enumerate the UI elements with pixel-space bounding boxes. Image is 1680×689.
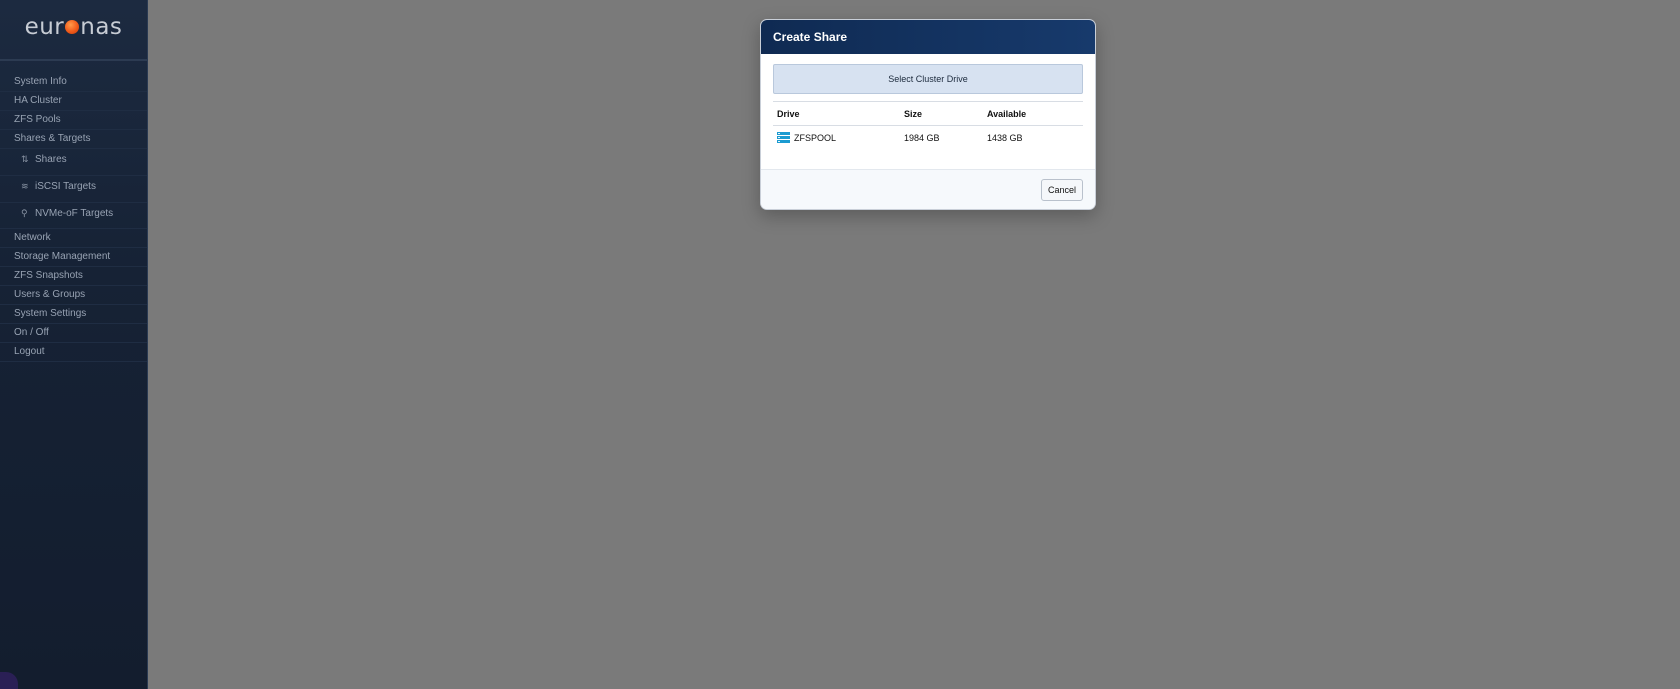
sidebar-subitem-label: iSCSI Targets <box>35 181 96 192</box>
create-share-dialog: Create Share Select Cluster Drive Drive … <box>760 19 1096 210</box>
drive-table: Drive Size Available ZFSPOOL 1984 GB 143… <box>773 101 1083 149</box>
logo-dot-icon <box>65 20 80 34</box>
sidebar-subitem-iscsi-targets[interactable]: ≋ iSCSI Targets <box>0 176 147 203</box>
dialog-title: Create Share <box>761 20 1095 54</box>
sidebar-item-system-info[interactable]: System Info <box>0 73 147 92</box>
drive-name: ZFSPOOL <box>794 133 837 143</box>
shares-icon: ⇅ <box>21 154 29 164</box>
sidebar-item-on-off[interactable]: On / Off <box>0 324 147 343</box>
logo-text-start: eur <box>24 14 65 40</box>
sidebar-item-system-settings[interactable]: System Settings <box>0 305 147 324</box>
select-cluster-drive-button[interactable]: Select Cluster Drive <box>773 64 1083 94</box>
storage-pool-icon <box>777 132 790 143</box>
dialog-footer: Cancel <box>761 169 1095 209</box>
sidebar-item-shares-targets[interactable]: Shares & Targets <box>0 130 147 149</box>
sidebar-item-zfs-snapshots[interactable]: ZFS Snapshots <box>0 267 147 286</box>
sidebar-item-ha-cluster[interactable]: HA Cluster <box>0 92 147 111</box>
sidebar-item-storage-management[interactable]: Storage Management <box>0 248 147 267</box>
nvme-icon: ⚲ <box>21 208 28 218</box>
sidebar-item-network[interactable]: Network <box>0 229 147 248</box>
size-cell: 1984 GB <box>904 132 940 143</box>
iscsi-icon: ≋ <box>21 181 29 191</box>
sidebar-item-users-groups[interactable]: Users & Groups <box>0 286 147 305</box>
drive-cell: ZFSPOOL <box>773 126 900 150</box>
cancel-button[interactable]: Cancel <box>1040 179 1083 201</box>
sidebar: eur nas System Info HA Cluster ZFS Pools … <box>0 0 148 689</box>
column-header-drive: Drive <box>773 101 900 126</box>
available-cell: 1438 GB <box>987 132 1023 143</box>
sidebar-item-zfs-pools[interactable]: ZFS Pools <box>0 111 147 130</box>
euronas-logo: eur nas <box>0 14 147 40</box>
table-row[interactable]: ZFSPOOL 1984 GB 1438 GB <box>773 126 1083 150</box>
column-header-size: Size <box>900 101 983 126</box>
sidebar-nav: System Info HA Cluster ZFS Pools Shares … <box>0 73 147 362</box>
sidebar-item-logout[interactable]: Logout <box>0 343 147 362</box>
sidebar-subitem-shares[interactable]: ⇅ Shares <box>0 149 147 176</box>
table-header-row: Drive Size Available <box>773 101 1083 126</box>
sidebar-subitem-label: Shares <box>35 154 67 165</box>
column-header-available: Available <box>983 101 1083 126</box>
sidebar-subitem-nvme-targets[interactable]: ⚲ NVMe-oF Targets <box>0 203 147 229</box>
logo-divider <box>0 59 147 61</box>
sidebar-subitem-label: NVMe-oF Targets <box>35 208 114 219</box>
corner-decoration <box>0 672 18 689</box>
logo-text-end: nas <box>80 14 123 40</box>
